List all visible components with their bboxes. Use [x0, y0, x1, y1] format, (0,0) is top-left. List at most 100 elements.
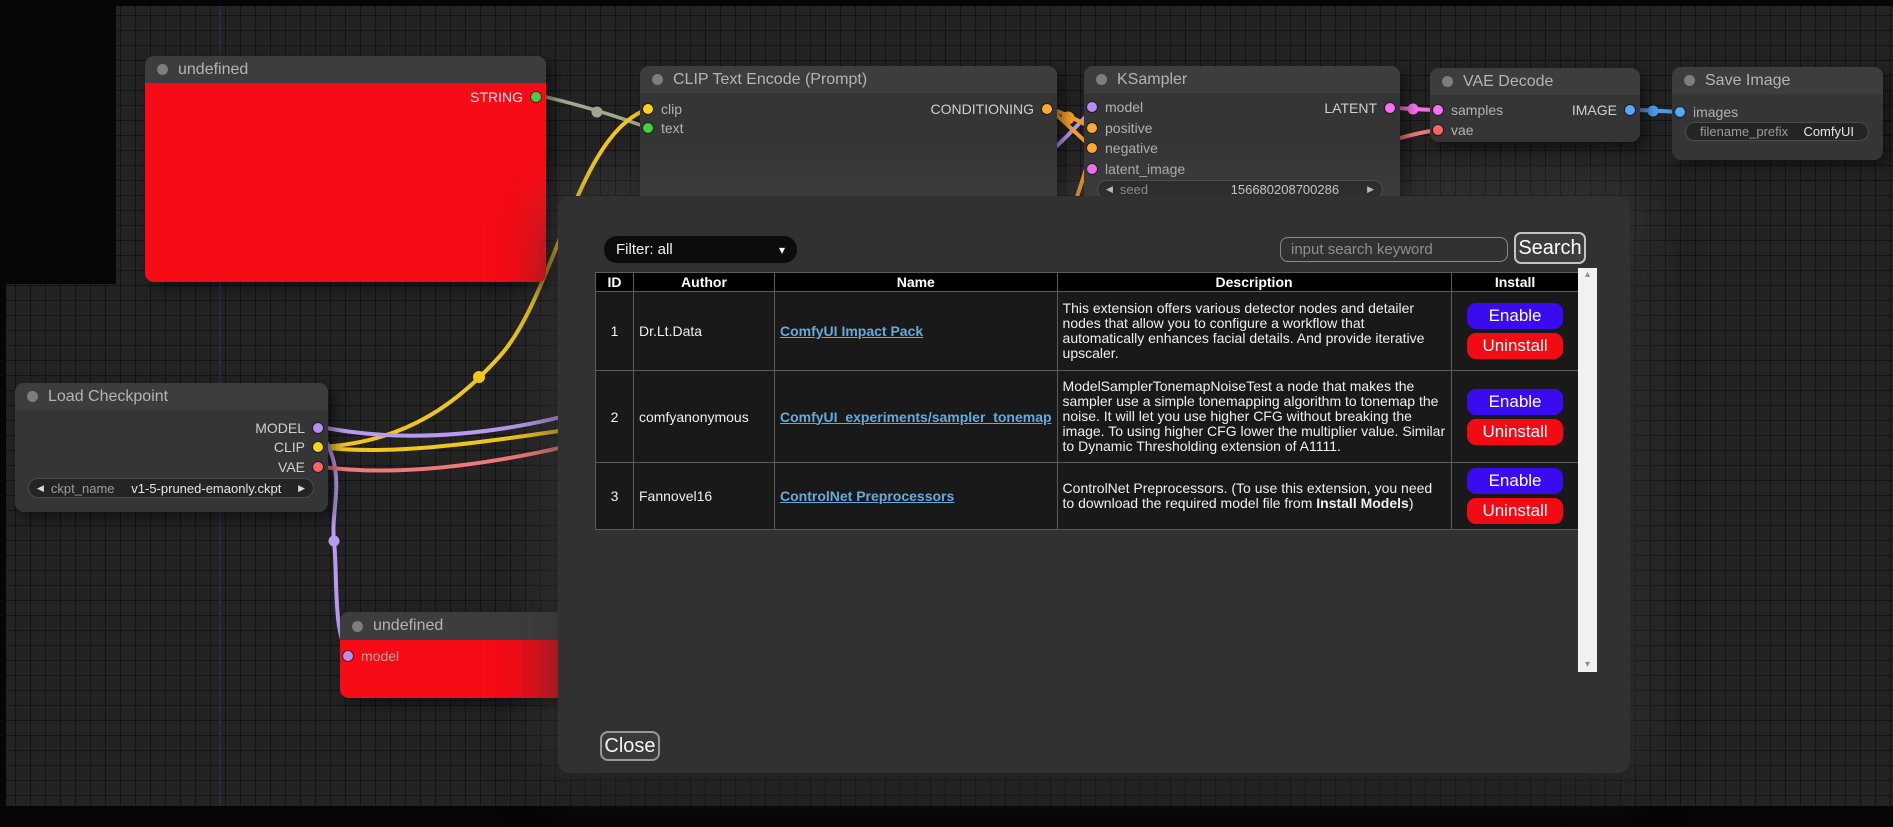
table-row: 3 Fannovel16 ControlNet Preprocessors Co… [596, 463, 1580, 530]
column-header-description: Description [1057, 273, 1451, 292]
input-port-latent-image[interactable]: latent_image [1087, 160, 1185, 178]
port-dot-icon[interactable] [1675, 107, 1685, 117]
uninstall-button[interactable]: Uninstall [1467, 498, 1563, 524]
node-save-image[interactable]: Save Image images filename_prefix ComfyU… [1672, 67, 1883, 160]
port-dot-icon[interactable] [643, 123, 653, 133]
scroll-up-icon[interactable]: ▴ [1585, 268, 1590, 282]
port-dot-icon[interactable] [313, 423, 323, 433]
port-dot-icon[interactable] [1625, 105, 1635, 115]
ckpt-name-widget[interactable]: ◀ ckpt_name v1-5-pruned-emaonly.ckpt ▶ [28, 478, 314, 498]
filter-select[interactable]: Filter: all ▾ [604, 236, 797, 263]
link-dot [1408, 104, 1419, 115]
uninstall-button[interactable]: Uninstall [1467, 419, 1563, 445]
collapse-dot-icon[interactable] [1442, 76, 1453, 87]
filename-prefix-widget[interactable]: filename_prefix ComfyUI [1685, 122, 1869, 141]
cell-description: ControlNet Preprocessors. (To use this e… [1057, 463, 1451, 530]
collapse-dot-icon[interactable] [1684, 75, 1695, 86]
node-title: undefined [373, 617, 443, 635]
node-title-bar[interactable]: Save Image [1672, 67, 1883, 94]
enable-button[interactable]: Enable [1467, 468, 1563, 494]
node-title-bar[interactable]: VAE Decode [1430, 68, 1640, 95]
node-title-bar[interactable]: undefined [145, 56, 546, 83]
port-label: images [1693, 104, 1738, 120]
chevron-down-icon: ▾ [779, 243, 785, 257]
input-port-clip[interactable]: clip [643, 100, 682, 118]
node-undefined-string[interactable]: undefined STRING [145, 56, 546, 282]
output-port-string[interactable]: STRING [470, 88, 541, 106]
node-title: CLIP Text Encode (Prompt) [673, 71, 867, 89]
port-dot-icon[interactable] [1087, 164, 1097, 174]
node-vae-decode[interactable]: VAE Decode samples vae IMAGE [1430, 68, 1640, 142]
port-dot-icon[interactable] [1087, 123, 1097, 133]
close-button[interactable]: Close [600, 731, 660, 761]
output-port-clip[interactable]: CLIP [274, 438, 323, 456]
port-dot-icon[interactable] [313, 462, 323, 472]
port-dot-icon[interactable] [1433, 125, 1443, 135]
node-load-checkpoint[interactable]: Load Checkpoint MODEL CLIP VAE ◀ ckpt_na… [15, 383, 328, 512]
increment-arrow-icon[interactable]: ▶ [1367, 185, 1374, 194]
collapse-dot-icon[interactable] [27, 391, 38, 402]
output-port-conditioning[interactable]: CONDITIONING [931, 100, 1052, 118]
node-title-bar[interactable]: Load Checkpoint [15, 383, 328, 410]
port-dot-icon[interactable] [313, 442, 323, 452]
extension-link[interactable]: ControlNet Preprocessors [780, 488, 954, 504]
input-port-vae[interactable]: vae [1433, 121, 1474, 139]
port-dot-icon[interactable] [1385, 103, 1395, 113]
cell-description: This extension offers various detector n… [1057, 292, 1451, 371]
node-title: Save Image [1705, 72, 1790, 90]
increment-arrow-icon[interactable]: ▶ [298, 484, 305, 493]
port-dot-icon[interactable] [643, 104, 653, 114]
widget-label: seed [1120, 182, 1148, 197]
description-bold: Install Models [1316, 495, 1409, 511]
node-title: Load Checkpoint [48, 388, 168, 406]
port-label: positive [1105, 120, 1152, 136]
input-port-text[interactable]: text [643, 119, 684, 137]
input-port-model[interactable]: model [343, 647, 399, 665]
node-title-bar[interactable]: KSampler [1084, 66, 1400, 93]
link-dot [592, 107, 603, 118]
decrement-arrow-icon[interactable]: ◀ [1106, 185, 1113, 194]
widget-label: ckpt_name [51, 481, 115, 496]
node-title-bar[interactable]: undefined [340, 612, 580, 640]
extension-link[interactable]: ComfyUI Impact Pack [780, 323, 923, 339]
graph-canvas[interactable]: undefined STRING CLIP Text Encode (Promp… [0, 0, 1893, 827]
collapse-dot-icon[interactable] [352, 621, 363, 632]
search-input[interactable] [1280, 237, 1508, 262]
input-port-negative[interactable]: negative [1087, 139, 1158, 157]
node-error-body [145, 83, 546, 282]
search-button[interactable]: Search [1514, 232, 1586, 264]
input-port-model[interactable]: model [1087, 98, 1143, 116]
port-dot-icon[interactable] [343, 651, 353, 661]
input-port-images[interactable]: images [1675, 103, 1738, 121]
port-dot-icon[interactable] [1087, 102, 1097, 112]
output-port-latent[interactable]: LATENT [1324, 99, 1395, 117]
cell-id: 3 [596, 463, 634, 530]
enable-button[interactable]: Enable [1467, 303, 1563, 329]
node-title: VAE Decode [1463, 73, 1553, 91]
cell-id: 1 [596, 292, 634, 371]
port-dot-icon[interactable] [1433, 105, 1443, 115]
scroll-down-icon[interactable]: ▾ [1585, 658, 1590, 672]
collapse-dot-icon[interactable] [1096, 74, 1107, 85]
output-port-vae[interactable]: VAE [278, 458, 323, 476]
port-dot-icon[interactable] [531, 92, 541, 102]
input-port-samples[interactable]: samples [1433, 101, 1503, 119]
port-dot-icon[interactable] [1087, 143, 1097, 153]
uninstall-button[interactable]: Uninstall [1467, 333, 1563, 359]
table-scrollbar[interactable]: ▴ ▾ [1578, 268, 1597, 672]
output-port-model[interactable]: MODEL [255, 419, 323, 437]
collapse-dot-icon[interactable] [157, 64, 168, 75]
decrement-arrow-icon[interactable]: ◀ [37, 484, 44, 493]
node-undefined-model[interactable]: undefined model [340, 612, 580, 698]
input-port-positive[interactable]: positive [1087, 119, 1152, 137]
enable-button[interactable]: Enable [1467, 389, 1563, 415]
collapse-dot-icon[interactable] [652, 74, 663, 85]
table-row: 1 Dr.Lt.Data ComfyUI Impact Pack This ex… [596, 292, 1580, 371]
extension-link[interactable]: ComfyUI_experiments/sampler_tonemap [780, 409, 1052, 425]
output-port-image[interactable]: IMAGE [1572, 101, 1635, 119]
node-title-bar[interactable]: CLIP Text Encode (Prompt) [640, 66, 1057, 93]
link-dot [1648, 106, 1659, 117]
port-dot-icon[interactable] [1042, 104, 1052, 114]
cell-name: ComfyUI Impact Pack [775, 292, 1058, 371]
port-label: CLIP [274, 439, 305, 455]
